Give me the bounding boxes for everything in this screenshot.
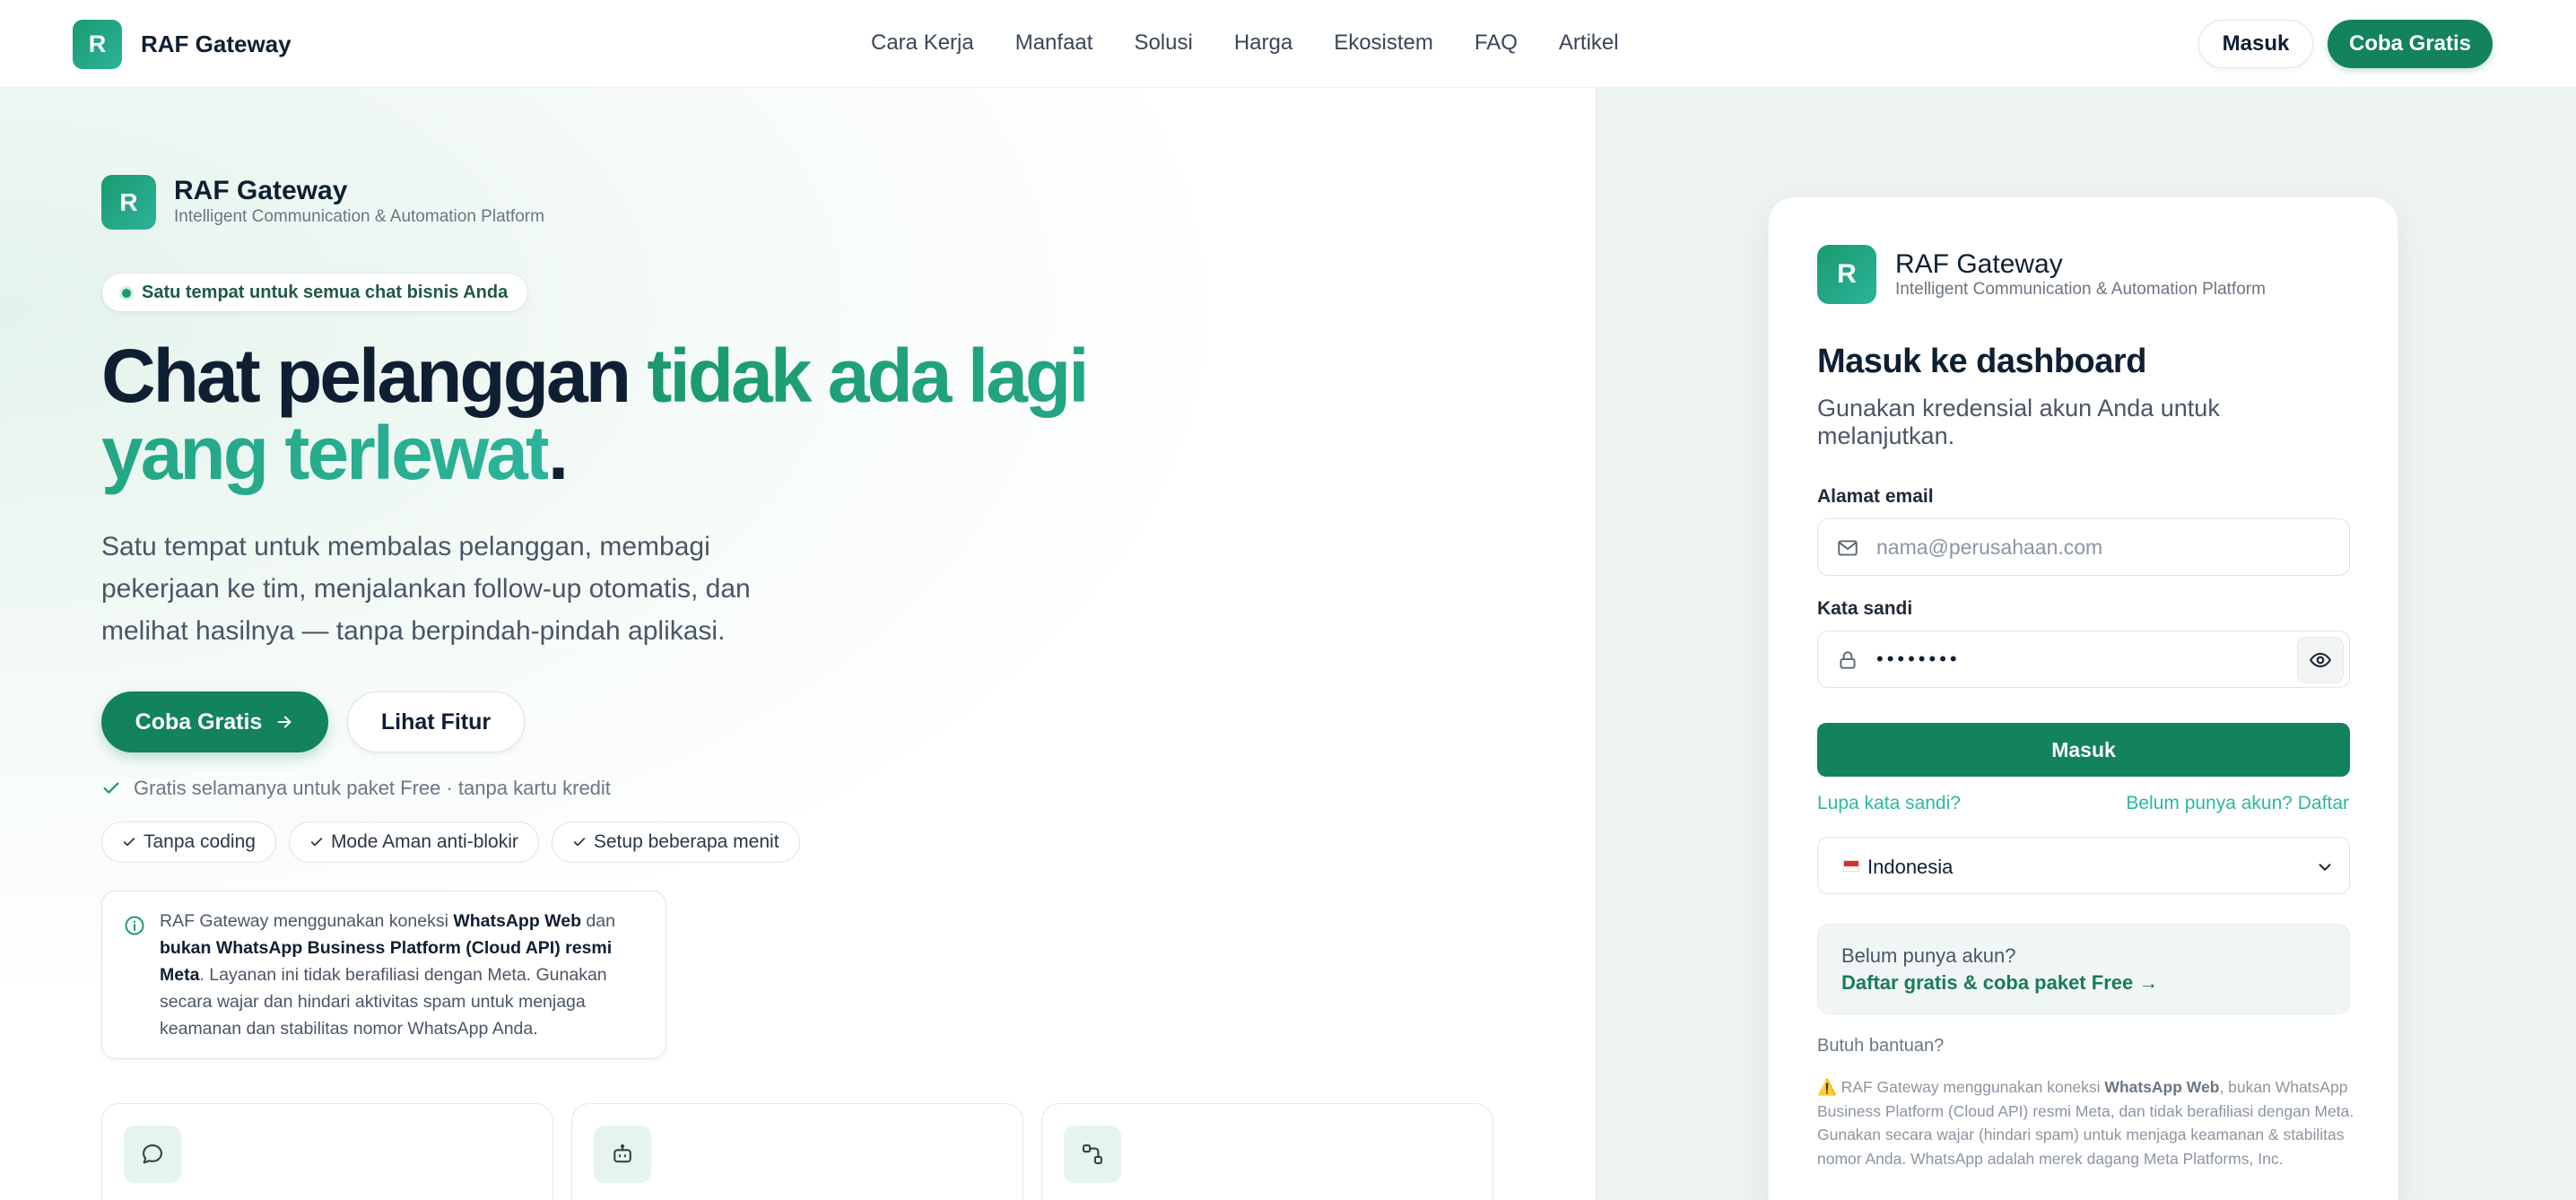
disclaimer-bold: WhatsApp Web: [2104, 1078, 2220, 1096]
nav-link-faq[interactable]: FAQ: [1475, 30, 1518, 56]
disclaimer-bold: WhatsApp Web: [453, 911, 581, 931]
language-selected-value: Indonesia: [1867, 856, 1954, 878]
top-navbar: R RAF Gateway Cara Kerja Manfaat Solusi …: [0, 0, 2576, 88]
disclaimer-part: dan: [580, 911, 615, 931]
email-field[interactable]: [1817, 518, 2350, 576]
hero-section: R RAF Gateway Intelligent Communication …: [0, 88, 1596, 1200]
check-icon: [310, 838, 323, 847]
feature-card: [1041, 1103, 1493, 1200]
hero-try-free-button[interactable]: Coba Gratis: [101, 691, 328, 752]
check-icon: [103, 782, 119, 794]
disclaimer-part: . Layanan ini tidak berafiliasi dengan M…: [160, 965, 607, 1039]
nav-login-button[interactable]: Masuk: [2198, 20, 2313, 68]
language-select[interactable]: Indonesia: [1817, 837, 2350, 894]
chip-no-coding: Tanpa coding: [101, 822, 276, 863]
email-label: Alamat email: [1817, 486, 1934, 507]
register-link[interactable]: Belum punya akun? Daftar: [2126, 793, 2349, 814]
login-card-brand: RAF Gateway: [1895, 249, 2063, 279]
nav-link-harga[interactable]: Harga: [1234, 30, 1292, 56]
chip-safe-mode: Mode Aman anti-blokir: [288, 822, 539, 863]
disclaimer-part: RAF Gateway menggunakan koneksi: [160, 911, 454, 931]
login-card-tagline: Intelligent Communication & Automation P…: [1895, 280, 2266, 299]
chip-label: Tanpa coding: [144, 831, 256, 852]
eye-icon: [2310, 652, 2331, 668]
hero-brand-name: RAF Gateway: [174, 176, 348, 205]
hero-logo: R: [101, 175, 156, 230]
feature-card: [571, 1103, 1023, 1200]
nav-link-solusi[interactable]: Solusi: [1134, 30, 1192, 56]
login-disclaimer: ⚠️ RAF Gateway menggunakan koneksi Whats…: [1817, 1075, 2355, 1170]
nav-link-manfaat[interactable]: Manfaat: [1015, 30, 1093, 56]
scrollbar-track[interactable]: [2567, 88, 2576, 1200]
whatsapp-disclaimer-box: RAF Gateway menggunakan koneksi WhatsApp…: [101, 891, 666, 1059]
hero-subtext: Satu tempat untuk membalas pelanggan, me…: [101, 532, 751, 646]
login-subtitle: Gunakan kredensial akun Anda untuk melan…: [1817, 395, 2220, 449]
feature-chips: Tanpa coding Mode Aman anti-blokir Setup…: [101, 822, 800, 863]
login-submit-button[interactable]: Masuk: [1817, 723, 2350, 777]
robot-icon: [594, 1126, 651, 1183]
status-dot-icon: [122, 289, 131, 298]
hero-pill-badge: Satu tempat untuk semua chat bisnis Anda: [101, 273, 529, 312]
mail-icon: [1838, 540, 1858, 556]
password-field[interactable]: [1817, 630, 2350, 688]
hero-headline: Chat pelanggan tidak ada lagi yang terle…: [101, 334, 1090, 491]
chat-bubble-icon: [124, 1126, 181, 1183]
arrow-right-icon: [277, 716, 292, 728]
nav-link-ekosistem[interactable]: Ekosistem: [1334, 30, 1433, 56]
check-icon: [573, 838, 586, 847]
headline-period: .: [547, 411, 569, 495]
chip-label: Setup beberapa menit: [593, 831, 779, 852]
free-plan-note-text: Gratis selamanya untuk paket Free · tanp…: [134, 777, 611, 799]
pill-text: Satu tempat untuk semua chat bisnis Anda: [142, 282, 509, 302]
chip-quick-setup: Setup beberapa menit: [551, 822, 800, 863]
hero-see-features-button[interactable]: Lihat Fitur: [347, 691, 525, 752]
nav-try-free-button[interactable]: Coba Gratis: [2328, 20, 2493, 68]
headline-text: Chat pelanggan: [101, 334, 648, 418]
free-plan-note: Gratis selamanya untuk paket Free · tanp…: [101, 777, 611, 800]
brand-logo[interactable]: R: [73, 20, 122, 69]
warning-icon: ⚠️ RAF Gateway menggunakan koneksi: [1817, 1078, 2105, 1096]
password-label: Kata sandi: [1817, 598, 1913, 619]
toggle-password-visibility-button[interactable]: [2297, 637, 2344, 683]
help-label[interactable]: Butuh bantuan?: [1817, 1036, 1944, 1057]
disclaimer-text: RAF Gateway menggunakan koneksi WhatsApp…: [160, 908, 644, 1042]
info-icon: [125, 916, 144, 935]
login-card: R RAF Gateway Intelligent Communication …: [1768, 196, 2398, 1200]
brand-name[interactable]: RAF Gateway: [141, 30, 292, 58]
chip-label: Mode Aman anti-blokir: [330, 831, 518, 852]
signup-free-link[interactable]: Daftar gratis & coba paket Free →: [1841, 971, 2158, 995]
hero-try-free-label: Coba Gratis: [135, 709, 263, 735]
nav-link-cara-kerja[interactable]: Cara Kerja: [871, 30, 974, 56]
forgot-password-link[interactable]: Lupa kata sandi?: [1817, 793, 1961, 814]
check-icon: [123, 838, 135, 847]
chevron-down-icon: [2319, 864, 2331, 871]
nav-links: Cara Kerja Manfaat Solusi Harga Ekosiste…: [871, 30, 1619, 56]
feature-card: [101, 1103, 553, 1200]
nav-link-artikel[interactable]: Artikel: [1559, 30, 1619, 56]
indonesia-flag-icon: [1843, 860, 1859, 872]
promo-question: Belum punya akun?: [1841, 944, 2016, 967]
signup-promo-box: Belum punya akun? Daftar gratis & coba p…: [1817, 924, 2350, 1014]
hero-tagline: Intelligent Communication & Automation P…: [174, 207, 544, 226]
login-card-logo: R: [1817, 245, 1876, 304]
lock-icon: [1840, 651, 1856, 669]
login-title: Masuk ke dashboard: [1817, 343, 2146, 380]
email-input[interactable]: [1876, 519, 2271, 575]
password-input[interactable]: [1876, 631, 2271, 687]
workflow-icon: [1064, 1126, 1121, 1183]
